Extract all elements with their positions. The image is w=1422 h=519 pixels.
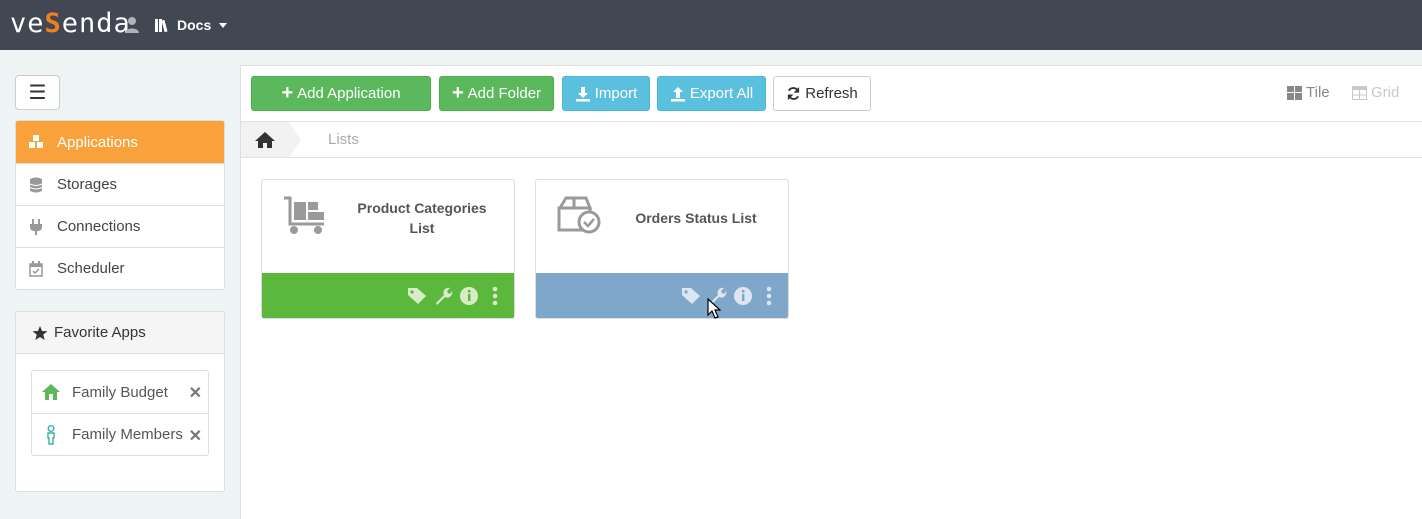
docs-menu[interactable]: Docs <box>154 14 228 36</box>
favorite-apps-title: Favorite Apps <box>54 324 146 341</box>
sidebar-item-label: Applications <box>57 133 138 151</box>
breadcrumb-home[interactable] <box>241 122 289 157</box>
breadcrumb: Lists <box>241 122 1422 158</box>
favorite-item-label: Family Budget <box>72 383 168 401</box>
favorite-apps-header: Favorite Apps <box>16 312 224 354</box>
sidebar-nav: Applications Storages Connections Schedu… <box>15 120 225 290</box>
export-all-button[interactable]: Export All <box>657 76 766 111</box>
refresh-button[interactable]: Refresh <box>773 76 871 111</box>
sidebar-item-label: Scheduler <box>57 260 125 277</box>
sidebar-toggle-button[interactable]: ☰ <box>15 75 60 110</box>
top-navbar: veSenda Docs <box>0 0 1422 50</box>
menu-icon: ☰ <box>28 82 47 104</box>
close-icon[interactable]: ✕ <box>189 426 202 446</box>
sidebar-item-applications[interactable]: Applications <box>16 121 224 163</box>
breadcrumb-current[interactable]: Lists <box>328 131 359 148</box>
tile-view-toggle[interactable]: Tile <box>1287 84 1330 101</box>
favorite-apps-panel: Favorite Apps Family Budget ✕ Family Mem… <box>15 311 225 492</box>
tag-icon[interactable] <box>406 285 428 307</box>
breadcrumb-separator <box>289 122 301 157</box>
card-title: Product Categories List <box>357 200 487 236</box>
dolly-boxes-icon <box>284 196 324 234</box>
plug-icon <box>28 218 44 235</box>
cubes-icon <box>28 134 44 150</box>
vesenda-logo[interactable]: veSenda <box>10 8 131 39</box>
toolbar: + Add Application + Add Folder Import Ex… <box>241 66 1422 122</box>
table-icon <box>1352 85 1367 100</box>
add-folder-button[interactable]: + Add Folder <box>439 76 554 111</box>
favorite-item-label: Family Members <box>72 426 183 443</box>
chevron-down-icon <box>219 22 228 28</box>
refresh-icon <box>788 86 800 101</box>
tag-icon[interactable] <box>680 285 702 307</box>
favorite-item-family-members[interactable]: Family Members ✕ <box>32 413 208 455</box>
app-card-product-categories[interactable]: Product Categories List <box>261 179 515 319</box>
sidebar-item-connections[interactable]: Connections <box>16 205 224 247</box>
more-vertical-icon[interactable] <box>484 285 506 307</box>
import-button[interactable]: Import <box>562 76 650 111</box>
more-vertical-icon[interactable] <box>758 285 780 307</box>
books-icon <box>155 19 168 33</box>
plus-icon: + <box>451 81 464 104</box>
calendar-check-icon <box>28 260 44 277</box>
card-footer <box>536 273 788 318</box>
sidebar-item-storages[interactable]: Storages <box>16 163 224 205</box>
star-icon <box>32 325 48 340</box>
plus-icon: + <box>281 81 294 104</box>
user-icon[interactable] <box>124 16 140 34</box>
card-title: Orders Status List <box>635 210 757 226</box>
main-content: + Add Application + Add Folder Import Ex… <box>240 65 1422 519</box>
card-footer <box>262 273 514 318</box>
box-check-icon <box>557 196 601 234</box>
home-icon <box>40 381 62 403</box>
sidebar-item-scheduler[interactable]: Scheduler <box>16 247 224 289</box>
sidebar-item-label: Storages <box>57 176 118 193</box>
wrench-icon[interactable] <box>706 285 728 307</box>
info-icon[interactable] <box>732 285 754 307</box>
wrench-icon[interactable] <box>432 285 454 307</box>
upload-icon <box>670 86 685 101</box>
close-icon[interactable]: ✕ <box>189 383 202 403</box>
download-icon <box>575 86 590 101</box>
home-icon <box>255 131 275 148</box>
database-icon <box>28 177 44 193</box>
add-application-button[interactable]: + Add Application <box>251 76 431 111</box>
info-icon[interactable] <box>458 285 480 307</box>
person-icon <box>40 424 62 446</box>
th-large-icon <box>1287 85 1302 100</box>
favorite-apps-list: Family Budget ✕ Family Members ✕ <box>31 370 209 456</box>
sidebar-item-label: Connections <box>57 218 141 235</box>
grid-view-toggle[interactable]: Grid <box>1352 84 1399 101</box>
app-card-orders-status[interactable]: Orders Status List <box>535 179 789 319</box>
docs-label: Docs <box>177 17 212 33</box>
favorite-item-family-budget[interactable]: Family Budget ✕ <box>32 371 208 413</box>
